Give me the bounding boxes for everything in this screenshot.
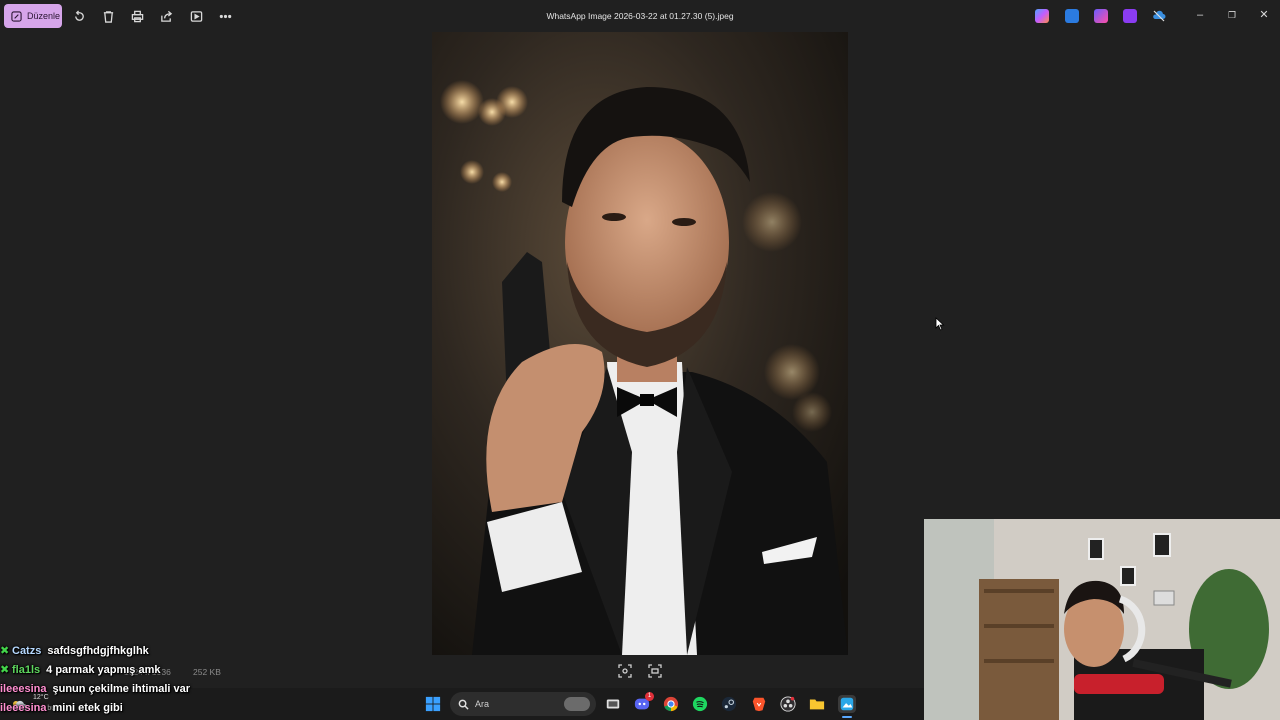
chrome-icon <box>663 696 679 712</box>
steam-icon <box>721 696 737 712</box>
chat-username: ileeesina <box>0 682 47 695</box>
delete-button[interactable] <box>100 8 116 24</box>
search-placeholder: Ara <box>475 699 490 709</box>
share-icon <box>160 10 172 22</box>
print-button[interactable] <box>129 8 145 24</box>
photo-image[interactable] <box>432 32 848 655</box>
spotify-icon <box>692 696 708 712</box>
copilot-icon[interactable] <box>1035 9 1049 23</box>
restore-button[interactable]: ❐ <box>1226 9 1238 21</box>
chat-username: ileeesina <box>0 701 47 714</box>
onedrive-offline-icon[interactable] <box>1152 9 1166 23</box>
obs-icon <box>780 696 796 712</box>
rotate-icon <box>74 9 84 21</box>
more-icon <box>219 14 231 18</box>
search-highlight-icon <box>564 697 590 711</box>
chat-badge-icon: ✖ <box>0 645 10 657</box>
designer-icon[interactable] <box>1065 9 1079 23</box>
search-icon <box>458 699 469 710</box>
photos-icon <box>840 697 854 711</box>
slideshow-icon <box>190 10 202 22</box>
slideshow-button[interactable] <box>188 8 204 24</box>
taskbar-search-box[interactable]: Ara <box>450 692 596 716</box>
chat-text: mini etek gibi <box>52 701 123 714</box>
chrome-button[interactable] <box>662 695 680 713</box>
print-icon <box>131 10 143 22</box>
clipchamp-icon[interactable] <box>1094 9 1108 23</box>
start-button[interactable] <box>424 695 442 713</box>
folder-icon <box>809 699 825 710</box>
fit-to-window-button[interactable] <box>618 664 632 678</box>
file-explorer-button[interactable] <box>808 695 826 713</box>
close-button[interactable]: ✕ <box>1258 9 1270 21</box>
share-button[interactable] <box>158 8 174 24</box>
obs-button[interactable] <box>779 695 797 713</box>
portrait-photo <box>432 32 848 655</box>
chat-text: şunun çekilme ihtimali var <box>52 682 191 695</box>
edit-button[interactable]: Düzenle <box>4 4 62 28</box>
spotify-button[interactable] <box>691 695 709 713</box>
actual-size-button[interactable] <box>648 664 662 678</box>
edit-icon <box>11 10 22 22</box>
top-toolbar: Düzenle WhatsApp Image 2026-03-22 at 01.… <box>0 0 1280 34</box>
chat-message: ileeesina mini etek gibi <box>0 698 260 717</box>
steam-button[interactable] <box>720 695 738 713</box>
chat-username: fla1ls <box>12 663 41 676</box>
minimize-button[interactable]: – <box>1194 9 1206 21</box>
chat-text: 4 parmak yapmış amk <box>46 663 161 676</box>
more-button[interactable] <box>217 8 233 24</box>
chat-message: ileeesina şunun çekilme ihtimali var <box>0 679 260 698</box>
webcam-overlay <box>924 519 1280 720</box>
chat-username: Catzs <box>12 644 42 657</box>
actual-size-icon <box>648 664 662 678</box>
task-view-button[interactable] <box>604 695 622 713</box>
chat-text: safdsgfhdgjfhkglhk <box>47 644 149 657</box>
chat-message: ✖ Catzs safdsgfhdgjfhkglhk <box>0 641 260 660</box>
task-view-icon <box>606 699 620 709</box>
video-editor-icon[interactable] <box>1123 9 1137 23</box>
rotate-button[interactable] <box>71 8 87 24</box>
photos-app-window: Düzenle WhatsApp Image 2026-03-22 at 01.… <box>0 0 1280 720</box>
chat-badge-icon: ✖ <box>0 664 10 676</box>
active-app-indicator <box>842 716 852 718</box>
discord-notification-badge: 1 <box>645 692 654 701</box>
discord-button[interactable]: 1 <box>633 692 654 713</box>
mouse-cursor-icon <box>935 317 945 331</box>
streamer-webcam-image <box>924 519 1280 720</box>
chat-message: ✖ fla1ls 4 parmak yapmış amk <box>0 660 260 679</box>
windows-logo-icon <box>425 696 441 712</box>
edit-button-label: Düzenle <box>27 11 61 21</box>
stream-chat-overlay: ✖ Catzs safdsgfhdgjfhkglhk ✖ fla1ls 4 pa… <box>0 641 260 717</box>
delete-icon <box>103 10 113 23</box>
fit-window-icon <box>618 664 632 678</box>
brave-button[interactable] <box>750 695 768 713</box>
brave-icon <box>752 697 766 712</box>
photos-button[interactable] <box>838 695 856 713</box>
